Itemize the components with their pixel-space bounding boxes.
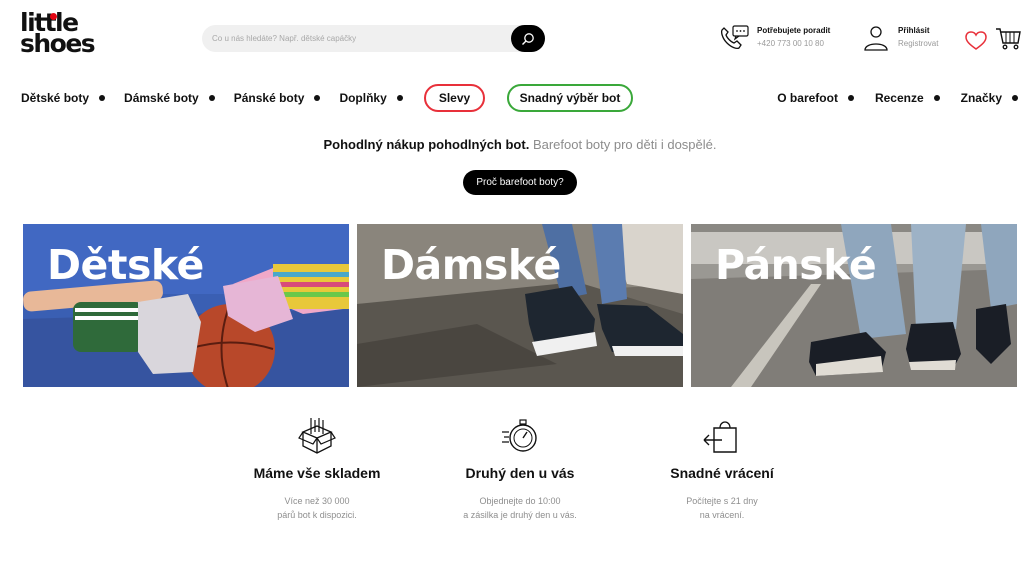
login[interactable]: Přihlásit Registrovat [862, 24, 938, 57]
search-icon [522, 32, 534, 45]
category-tile-women[interactable]: Dámské [357, 224, 683, 387]
cart-button[interactable] [995, 27, 1022, 56]
feature-title: Máme vše skladem [253, 465, 381, 481]
nav-label: Doplňky [339, 91, 387, 105]
nav-item-panske-boty[interactable]: Pánské boty [234, 91, 321, 105]
feature-in-stock: Máme vše skladem Více než 30 000 párů bo… [232, 416, 402, 522]
nav-label: O barefoot [777, 91, 838, 105]
tagline-light: Barefoot boty pro děti i dospělé. [532, 137, 717, 152]
boxes-icon [298, 418, 336, 454]
nav-item-doplnky[interactable]: Doplňky [339, 91, 403, 105]
login-link[interactable]: Přihlásit [898, 26, 958, 35]
feature-title: Snadné vrácení [670, 465, 774, 481]
feature-text-line2: a zásilka je druhý den u vás. [463, 510, 577, 520]
nav-bullet [847, 95, 854, 101]
return-bag-icon [703, 421, 737, 453]
nav-bullet [396, 95, 403, 101]
nav-left: Dětské boty Dámské boty Pánské boty Dopl… [21, 88, 403, 108]
nav-item-o-barefoot[interactable]: O barefoot [777, 91, 854, 105]
feature-easy-return: Snadné vrácení Počítejte s 21 dny na vrá… [637, 416, 807, 522]
nav-label: Dámské boty [124, 91, 199, 105]
nav-label: Recenze [874, 91, 924, 105]
nav-item-znacky[interactable]: Značky [961, 91, 1018, 105]
nav-bullet [1012, 95, 1018, 101]
feature-title: Druhý den u vás [465, 465, 575, 481]
feature-text-line1: Počítejte s 21 dny [686, 496, 758, 506]
help-contact[interactable]: Potřebujete poradit +420 773 00 10 80 [718, 24, 830, 55]
nav-item-damske-boty[interactable]: Dámské boty [124, 91, 215, 105]
heart-icon [965, 31, 987, 50]
logo-line2: shoes [20, 29, 96, 58]
feature-text-line2: na vrácení. [699, 510, 745, 520]
nav-item-recenze[interactable]: Recenze [875, 91, 940, 105]
nav-bullet [933, 95, 940, 101]
tagline-bold: Pohodlný nákup pohodlných bot. [323, 137, 530, 152]
stopwatch-icon [502, 419, 537, 452]
nav-bullet [314, 95, 321, 101]
feature-next-day: Druhý den u vás Objednejte do 10:00 a zá… [435, 416, 605, 522]
user-icon [864, 26, 888, 51]
nav-sale-button[interactable]: Slevy [424, 84, 485, 112]
logo[interactable]: little shoes [20, 10, 108, 60]
category-label: Dámské [381, 241, 561, 289]
nav-bullet [99, 95, 106, 101]
search-button[interactable] [511, 25, 545, 52]
category-label: Dětské [47, 241, 204, 289]
search-bar [202, 25, 545, 52]
phone-chat-icon [721, 25, 749, 49]
nav-right: O barefoot Recenze Značky [777, 88, 1018, 108]
nav-easy-pick-button[interactable]: Snadný výběr bot [507, 84, 633, 112]
category-label: Pánské [715, 241, 877, 289]
cart-icon [996, 28, 1021, 50]
category-tile-men[interactable]: Pánské [691, 224, 1017, 387]
nav-item-detske-boty[interactable]: Dětské boty [21, 91, 106, 105]
search-input[interactable] [202, 25, 510, 52]
favorites-button[interactable] [965, 31, 987, 56]
why-barefoot-button[interactable]: Proč barefoot boty? [463, 170, 577, 195]
nav-label: Pánské boty [233, 91, 305, 105]
help-phone[interactable]: +420 773 00 10 80 [757, 39, 857, 48]
hero-tagline: Pohodlný nákup pohodlných bot. Barefoot … [0, 137, 1024, 152]
nav-label: Dětské boty [21, 91, 90, 105]
nav-label: Značky [960, 91, 1002, 105]
help-title: Potřebujete poradit [757, 26, 831, 35]
logo-dot [50, 13, 57, 20]
register-link[interactable]: Registrovat [898, 39, 958, 48]
feature-text-line1: Více než 30 000 [284, 496, 350, 506]
feature-text-line2: párů bot k dispozici. [277, 510, 357, 520]
nav-bullet [208, 95, 215, 101]
feature-text-line1: Objednejte do 10:00 [479, 496, 561, 506]
category-tile-kids[interactable]: Dětské [23, 224, 349, 387]
